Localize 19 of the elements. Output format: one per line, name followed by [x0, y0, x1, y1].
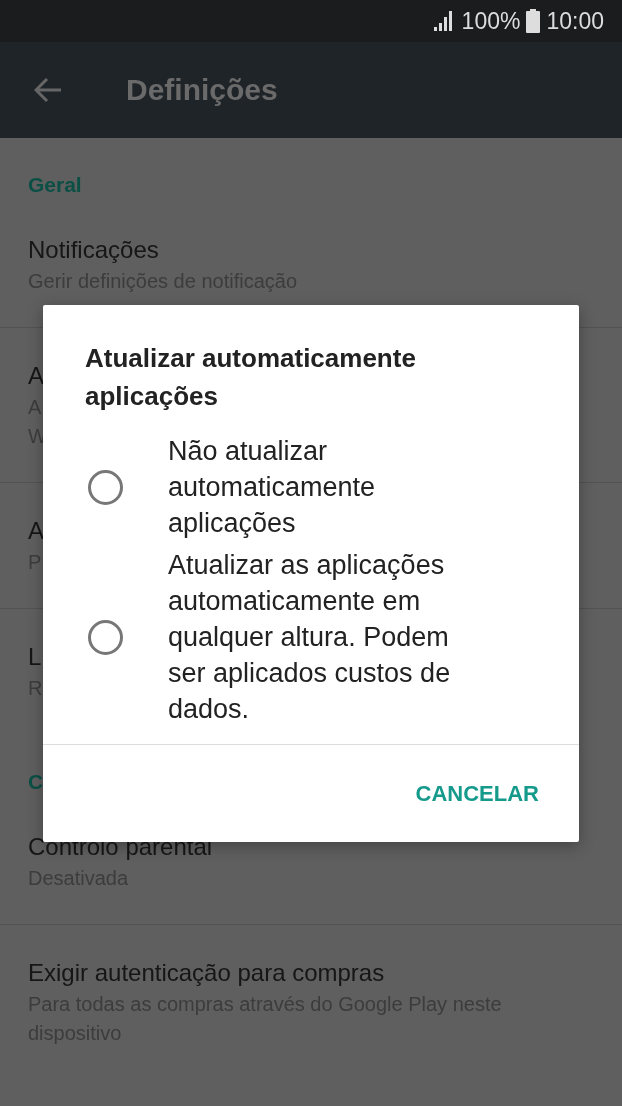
option-label[interactable]: Atualizar as aplicações automaticamente em qualquer altura. Podem ser aplicados custos de dados. — [168, 547, 493, 727]
battery-percent: 100% — [461, 7, 521, 35]
setting-title[interactable]: Notificações — [28, 233, 159, 267]
setting-title[interactable]: A — [28, 514, 44, 548]
setting-title[interactable]: A — [28, 359, 44, 393]
back-arrow-icon[interactable] — [34, 78, 62, 102]
radio-button[interactable] — [88, 619, 123, 655]
option-label[interactable]: Não atualizar automaticamente aplicações — [168, 433, 493, 541]
dialog-title: Atualizar automaticamente aplicações — [84, 342, 417, 413]
radio-button[interactable] — [88, 469, 123, 505]
screen-title: Definições — [126, 73, 278, 107]
setting-title[interactable]: Exigir autenticação para compras — [28, 956, 385, 990]
cancel-button[interactable]: CANCELAR — [405, 770, 549, 817]
signal-icon — [433, 11, 454, 31]
setting-title[interactable]: L — [28, 640, 42, 674]
clock: 10:00 — [546, 7, 604, 35]
section-header: Geral — [28, 172, 82, 198]
section-header: C — [28, 769, 44, 795]
battery-icon — [526, 9, 541, 33]
